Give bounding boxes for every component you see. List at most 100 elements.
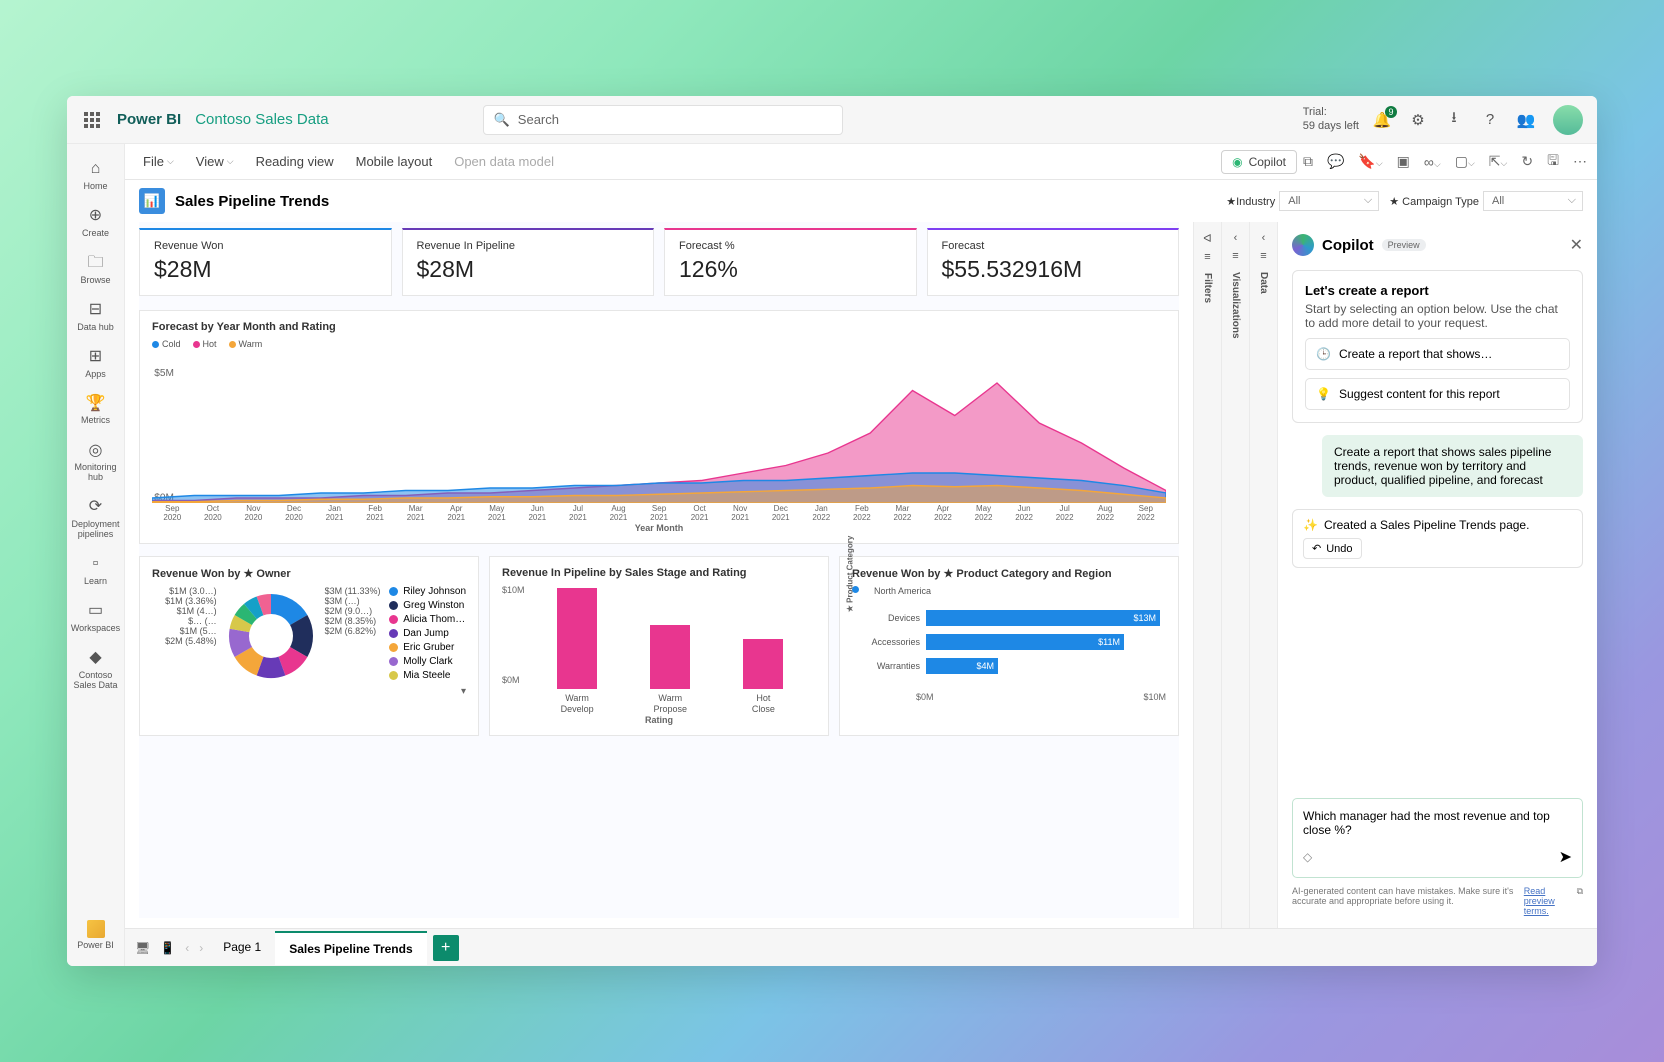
attach-icon[interactable]: ◇	[1303, 850, 1312, 864]
save-icon[interactable]: 🖫	[1547, 150, 1559, 174]
link-icon[interactable]: ∞⌵	[1424, 154, 1441, 170]
kpi-card[interactable]: Revenue In Pipeline$28M	[402, 228, 655, 296]
x-axis-labels: Sep 2020Oct 2020Nov 2020Dec 2020Jan 2021…	[152, 505, 1166, 523]
collapse-icon[interactable]: ‹	[1262, 232, 1266, 244]
forecast-area-chart[interactable]: Forecast by Year Month and Rating ColdHo…	[139, 310, 1179, 544]
account-switcher-icon[interactable]: 👥	[1517, 111, 1535, 129]
top-icons: 🔔9 ⚙ ⭳ ? 👥	[1373, 105, 1583, 135]
copilot-ribbon-button[interactable]: ◉ Copilot	[1221, 150, 1297, 174]
chart-title: Revenue Won by ★ Product Category and Re…	[852, 567, 1166, 580]
hbar-chart[interactable]: Revenue Won by ★ Product Category and Re…	[839, 556, 1179, 736]
chart-title: Forecast by Year Month and Rating	[152, 321, 1166, 333]
nav-home[interactable]: ⌂Home	[68, 152, 124, 199]
kpi-value: 126%	[679, 256, 902, 283]
left-nav: ⌂Home⊕Create🗀Browse⊟Data hub⊞Apps🏆Metric…	[67, 144, 125, 966]
add-page-button[interactable]: +	[433, 935, 459, 961]
bookmark-icon[interactable]: 🔖⌵	[1358, 153, 1382, 170]
menu-open-data-model[interactable]: Open data model	[446, 150, 562, 173]
bar-chart[interactable]: Revenue In Pipeline by Sales Stage and R…	[489, 556, 829, 736]
expand-icon[interactable]: ▾	[152, 686, 466, 697]
nav-learn[interactable]: ▫Learn	[68, 547, 124, 594]
rail-filters[interactable]: ᐊ≡Filters	[1193, 222, 1221, 928]
page-tab[interactable]: Page 1	[209, 931, 275, 965]
notifications-icon[interactable]: 🔔9	[1373, 111, 1391, 129]
copilot-opt-create-report[interactable]: 🕒Create a report that shows…	[1305, 338, 1570, 370]
kpi-label: Revenue In Pipeline	[417, 240, 640, 252]
nav-apps[interactable]: ⊞Apps	[68, 340, 124, 387]
svg-text:$5M: $5M	[154, 368, 174, 379]
next-page-icon[interactable]: ›	[199, 941, 203, 955]
menu-file[interactable]: File⌵	[135, 150, 182, 173]
trial-status: Trial: 59 days left	[1303, 106, 1359, 132]
workspace-name[interactable]: Contoso Sales Data	[195, 111, 328, 128]
copilot-input[interactable]: Which manager had the most revenue and t…	[1292, 798, 1583, 878]
nav-label: Monitoring hub	[68, 463, 124, 483]
report-canvas[interactable]: Revenue Won$28MRevenue In Pipeline$28MFo…	[125, 222, 1193, 928]
menu-mobile-layout[interactable]: Mobile layout	[348, 150, 441, 173]
kpi-value: $55.532916M	[942, 256, 1165, 283]
kpi-card[interactable]: Forecast$55.532916M	[927, 228, 1180, 296]
filter-campaign-type[interactable]: ★ Campaign Type All	[1389, 191, 1583, 211]
more-icon[interactable]: ⋯	[1573, 153, 1587, 170]
hbar-row: Devices$13M	[862, 610, 1160, 626]
nav-deployment-pipelines[interactable]: ⟳Deployment pipelines	[68, 490, 124, 547]
nav-browse[interactable]: 🗀Browse	[68, 246, 124, 293]
send-icon[interactable]: ➤	[1559, 847, 1572, 867]
filter-industry[interactable]: ★Industry All	[1226, 191, 1379, 211]
undo-icon: ↶	[1312, 542, 1321, 555]
menu-view[interactable]: View⌵	[188, 150, 242, 173]
collapse-icon[interactable]: ‹	[1234, 232, 1238, 244]
page-tab[interactable]: Sales Pipeline Trends	[275, 931, 426, 965]
help-icon[interactable]: ?	[1481, 111, 1499, 129]
area-svg: $5M$0M	[152, 353, 1166, 503]
collapse-icon[interactable]: ᐊ	[1203, 232, 1211, 245]
nav-label: Power BI	[77, 941, 114, 951]
teams-icon[interactable]: ⧉	[1303, 153, 1313, 170]
preview-terms-link[interactable]: Read preview terms.	[1524, 886, 1573, 916]
top-bar: Power BI Contoso Sales Data 🔍 Search Tri…	[67, 96, 1597, 144]
kpi-label: Forecast %	[679, 240, 902, 252]
nav-monitoring-hub[interactable]: ◎Monitoring hub	[68, 433, 124, 490]
undo-button[interactable]: ↶Undo	[1303, 538, 1362, 559]
nav-workspaces[interactable]: ▭Workspaces	[68, 594, 124, 641]
settings-icon[interactable]: ⚙	[1409, 111, 1427, 129]
avatar[interactable]	[1553, 105, 1583, 135]
report-header: 📊 Sales Pipeline Trends ★Industry All ★ …	[125, 180, 1597, 222]
nav-contoso-sales-data[interactable]: ◆Contoso Sales Data	[68, 641, 124, 698]
copilot-opt-suggest-content[interactable]: 💡Suggest content for this report	[1305, 378, 1570, 410]
present-icon[interactable]: ▢⌵	[1455, 153, 1475, 170]
kpi-card[interactable]: Revenue Won$28M	[139, 228, 392, 296]
comment-icon[interactable]: 💬	[1327, 153, 1344, 170]
rail-visualizations[interactable]: ‹≡Visualizations	[1221, 222, 1249, 928]
prev-page-icon[interactable]: ‹	[185, 941, 189, 955]
report-icon: 📊	[139, 188, 165, 214]
export-icon[interactable]: ⇱⌵	[1489, 153, 1508, 170]
chart-legend: ColdHotWarm	[152, 339, 1166, 349]
donut-chart[interactable]: Revenue Won by ★ Owner $1M (3.0…)$1M (3.…	[139, 556, 479, 736]
donut-svg	[221, 586, 321, 686]
ribbon: File⌵ View⌵ Reading view Mobile layout O…	[125, 144, 1597, 180]
nav-data-hub[interactable]: ⊟Data hub	[68, 293, 124, 340]
nav-powerbi[interactable]: Power BI	[68, 913, 124, 958]
app-launcher-icon[interactable]	[81, 109, 103, 131]
nav-metrics[interactable]: 🏆Metrics	[68, 386, 124, 433]
download-icon[interactable]: ⭳	[1445, 111, 1463, 129]
desktop-layout-icon[interactable]: 🖥	[135, 941, 150, 955]
clock-icon: 🕒	[1316, 347, 1331, 361]
rail-data[interactable]: ‹≡Data	[1249, 222, 1277, 928]
nav-icon: 🏆	[86, 393, 106, 413]
chart-title: Revenue Won by ★ Owner	[152, 567, 466, 580]
external-link-icon[interactable]: ⧉	[1577, 886, 1583, 897]
kpi-card[interactable]: Forecast % 126%	[664, 228, 917, 296]
menu-reading-view[interactable]: Reading view	[248, 150, 342, 173]
nav-create[interactable]: ⊕Create	[68, 199, 124, 246]
close-icon[interactable]: ✕	[1570, 235, 1583, 255]
mobile-layout-icon[interactable]: 📱	[160, 941, 175, 955]
bar: Hot Close	[731, 639, 796, 715]
copilot-icon: ◉	[1232, 155, 1242, 169]
refresh-icon[interactable]: ↻	[1521, 153, 1533, 170]
search-input[interactable]: 🔍 Search	[483, 105, 843, 135]
copilot-intro-card: Let's create a report Start by selecting…	[1292, 270, 1583, 423]
chart-title: Revenue In Pipeline by Sales Stage and R…	[502, 567, 816, 579]
reset-icon[interactable]: ▣	[1397, 153, 1410, 170]
